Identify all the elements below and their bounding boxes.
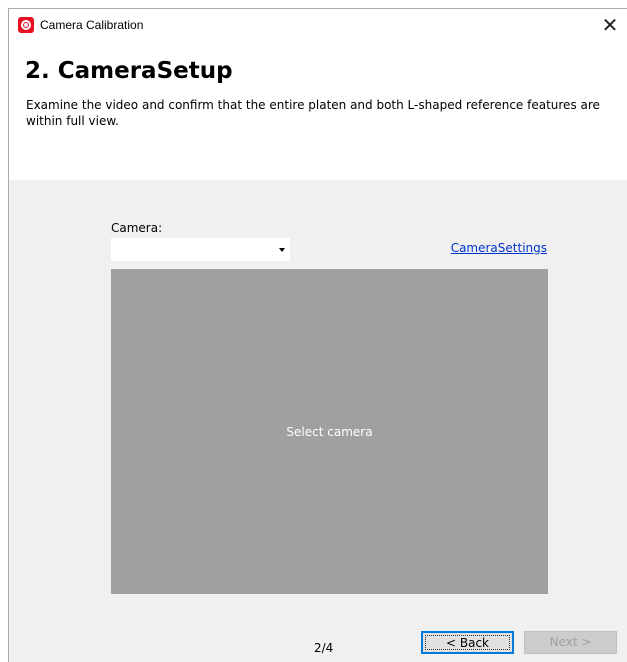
- camera-app-icon: [18, 17, 34, 33]
- video-preview: Select camera: [111, 269, 548, 594]
- step-description: Examine the video and confirm that the e…: [26, 98, 600, 128]
- next-button[interactable]: Next >: [524, 631, 617, 654]
- camera-select[interactable]: [111, 238, 290, 261]
- camera-label: Camera:: [111, 221, 163, 235]
- camera-calibration-window: Camera Calibration ✕ 2. CameraSetup Exam…: [8, 8, 627, 662]
- window-title: Camera Calibration: [40, 18, 144, 32]
- title-bar: Camera Calibration ✕: [9, 9, 627, 41]
- content-panel: Camera: CameraSettings Select camera 2/4…: [9, 180, 627, 662]
- back-button[interactable]: < Back: [421, 631, 514, 654]
- dropdown-arrow-icon[interactable]: [279, 248, 285, 252]
- page-indicator: 2/4: [314, 641, 334, 655]
- camera-settings-link[interactable]: CameraSettings: [451, 241, 547, 255]
- close-icon[interactable]: ✕: [593, 9, 627, 41]
- video-placeholder-text: Select camera: [286, 424, 373, 439]
- step-heading: 2. CameraSetup: [25, 58, 233, 84]
